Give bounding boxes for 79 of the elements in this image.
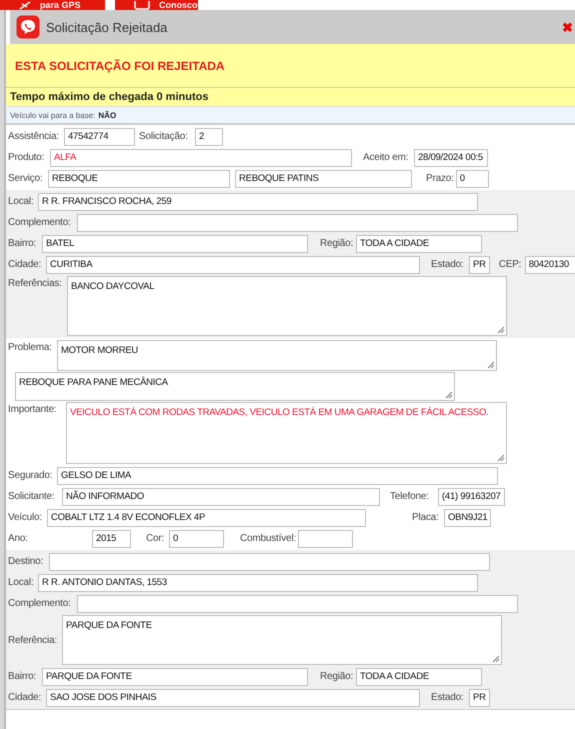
field-label: CEP: — [498, 258, 522, 271]
input-field[interactable]: OBN9J21 — [444, 508, 492, 526]
input-field[interactable]: COBALT LTZ 1.4 8V ECONOFLEX 4P — [47, 508, 366, 526]
menu-tab[interactable]: Conosco — [115, 0, 198, 10]
field-label: Cidade: — [8, 691, 42, 704]
field-label: Problema: — [8, 341, 53, 354]
input-field[interactable]: REBOQUE — [48, 170, 230, 188]
alert-message: ESTA SOLICITAÇÃO FOI REJEITADA — [15, 58, 225, 72]
input-field[interactable]: ALFA — [50, 148, 352, 166]
input-field[interactable]: TODA A CIDADE — [356, 234, 482, 252]
text-area[interactable]: BANCO DAYCOVAL — [67, 276, 507, 336]
dialog-title: Solicitação Rejeitada — [46, 20, 168, 34]
field-label: Estado: — [431, 691, 465, 704]
input-field[interactable]: (41) 99163207 — [438, 488, 505, 506]
field-label: Bairro: — [8, 670, 38, 683]
input-field[interactable]: 47542774 — [64, 128, 135, 146]
field-label: Estado: — [431, 258, 465, 271]
field-label: Telefone: — [390, 490, 430, 503]
input-field[interactable]: 80420130 — [524, 256, 575, 274]
field-label: Complemento: — [8, 216, 72, 229]
resize-grip-icon[interactable] — [444, 390, 453, 399]
input-field[interactable]: 2015 — [92, 530, 131, 548]
field-label: Local: — [8, 195, 34, 208]
field-label: Local: — [8, 576, 34, 589]
input-field[interactable] — [77, 594, 518, 612]
menu-tab[interactable]: para GPS — [0, 0, 105, 10]
field-label: Importante: — [8, 403, 58, 416]
field-label: Cidade: — [8, 258, 42, 271]
field-label: Complemento: — [8, 597, 72, 610]
input-field[interactable]: 2 — [195, 128, 223, 146]
text-area[interactable]: REBOQUE PARA PANE MECÂNICA — [15, 372, 455, 401]
resize-grip-icon[interactable] — [486, 360, 495, 369]
input-field[interactable]: NÃO INFORMADO — [62, 488, 380, 506]
field-label: Segurado: — [8, 469, 54, 482]
field-label: Destino: — [8, 555, 44, 568]
input-field[interactable]: REBOQUE PATINS — [235, 170, 412, 188]
field-label: Região: — [320, 237, 354, 250]
input-field[interactable]: R R. ANTONIO DANTAS, 1553 — [38, 574, 478, 592]
field-label: Bairro: — [8, 237, 38, 250]
chat-phone-icon — [16, 15, 40, 39]
field-label: Referências: — [8, 277, 63, 290]
input-field[interactable]: PR — [469, 256, 490, 274]
field-label: Referência: — [8, 634, 58, 646]
field-label: Assistência: — [8, 130, 60, 143]
base-value: NÃO — [98, 110, 116, 120]
input-field[interactable] — [77, 214, 518, 232]
input-field[interactable]: 28/09/2024 00:5 — [414, 148, 488, 166]
input-field[interactable]: GELSO DE LIMA — [57, 466, 498, 484]
text-area[interactable]: MOTOR MORREU — [57, 340, 497, 371]
input-field[interactable] — [49, 552, 490, 570]
field-label: Solicitante: — [8, 490, 56, 503]
field-label: Produto: — [8, 151, 46, 164]
field-label: Região: — [320, 670, 354, 683]
input-field[interactable]: PARQUE DA FONTE — [42, 668, 308, 686]
field-label: Combustível: — [240, 532, 297, 545]
input-field[interactable]: BATEL — [42, 234, 308, 252]
field-label: Ano: — [8, 532, 29, 545]
field-label: Prazo: — [426, 172, 455, 185]
input-field[interactable]: 0 — [456, 170, 489, 188]
field-label: Solicitação: — [139, 130, 189, 143]
arrival-time: Tempo máximo de chegada 0 minutos — [10, 91, 208, 103]
input-field[interactable]: SAO JOSE DOS PINHAIS — [46, 688, 420, 706]
text-area[interactable]: VEICULO ESTÁ COM RODAS TRAVADAS, VEICULO ESTÁ EM UMA GARAGEM DE FÁCIL ACESSO. — [66, 402, 507, 464]
field-label: Placa: — [412, 511, 440, 524]
base-label: Veículo vai para a base: — [10, 110, 96, 120]
text-area[interactable]: PARQUE DA FONTE — [62, 615, 502, 665]
input-field[interactable]: R R. FRANCISCO ROCHA, 259 — [38, 192, 478, 210]
field-label: Cor: — [146, 532, 166, 545]
input-field[interactable]: 0 — [169, 530, 224, 548]
input-field[interactable]: PR — [469, 688, 490, 706]
field-label: Serviço: — [8, 172, 44, 185]
input-field[interactable]: TODA A CIDADE — [356, 668, 482, 686]
field-label: Veículo: — [8, 511, 43, 524]
input-field[interactable]: CURITIBA — [46, 256, 420, 274]
resize-grip-icon[interactable] — [496, 325, 505, 334]
field-label: Aceito em: — [363, 151, 410, 164]
input-field[interactable] — [298, 530, 353, 548]
resize-grip-icon[interactable] — [491, 654, 500, 663]
resize-grip-icon[interactable] — [496, 453, 505, 462]
